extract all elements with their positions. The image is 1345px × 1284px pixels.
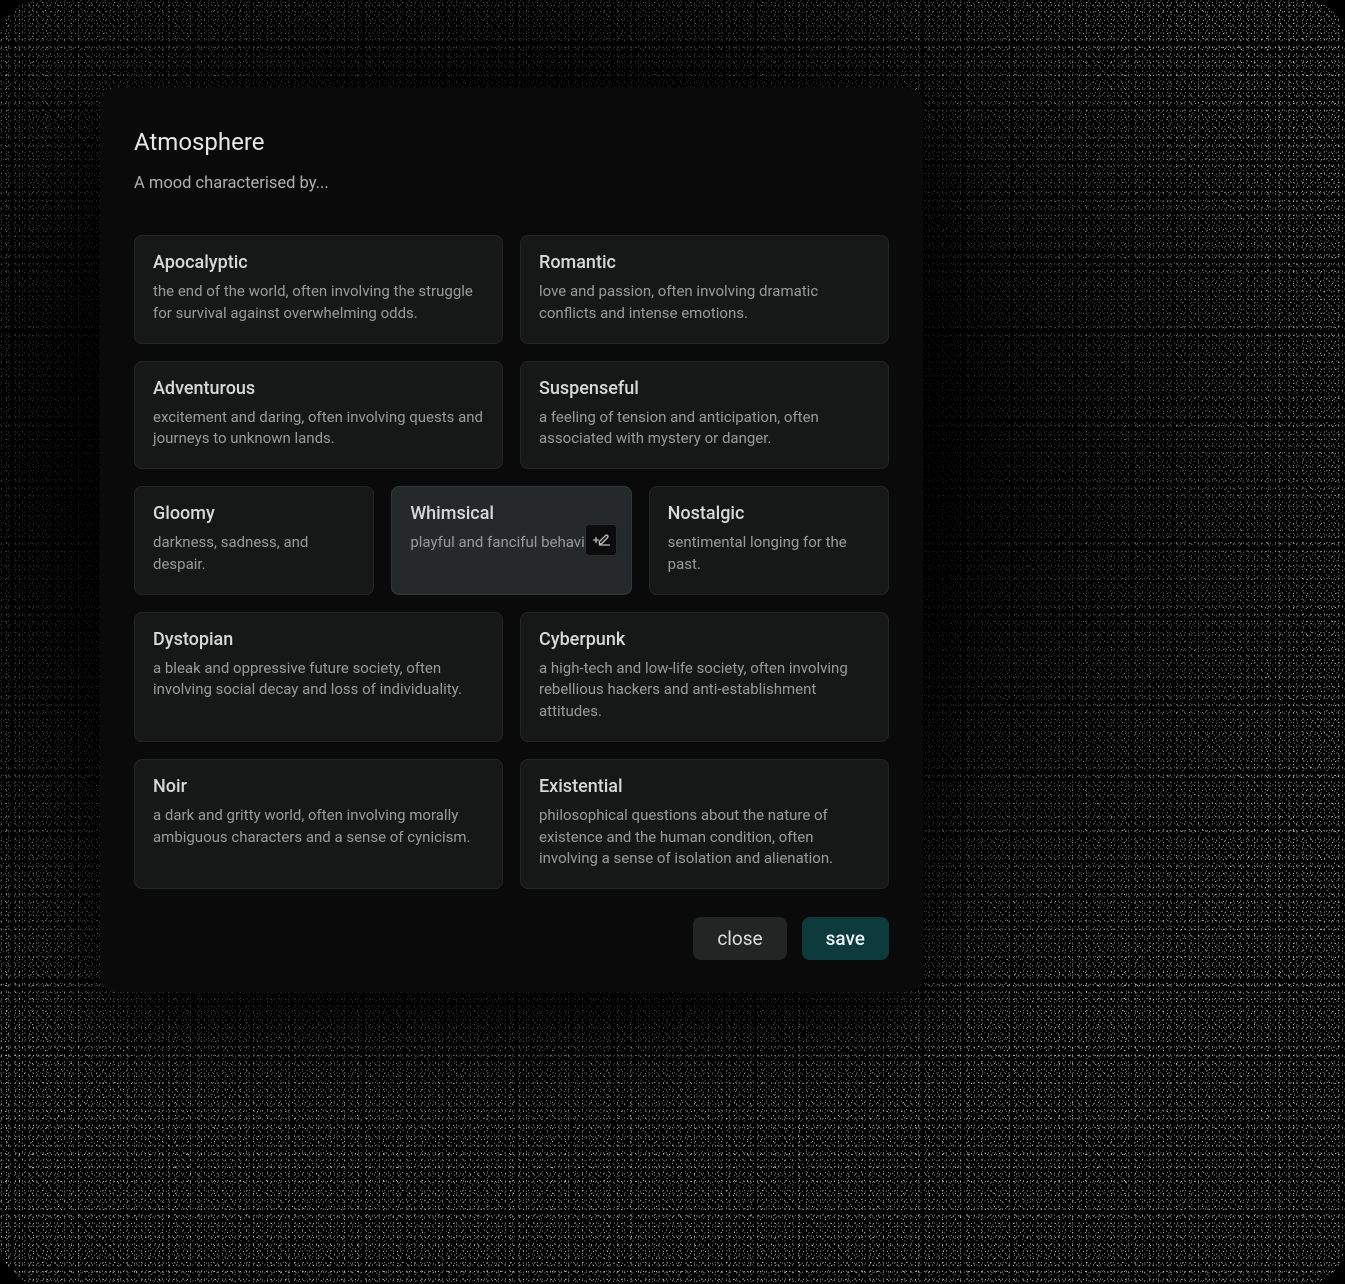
card-title: Dystopian xyxy=(153,629,484,650)
cards-row: Gloomy darkness, sadness, and despair. Whi… xyxy=(134,486,889,595)
card-title: Gloomy xyxy=(153,503,355,524)
card-title: Romantic xyxy=(539,252,870,273)
card-description: darkness, sadness, and despair. xyxy=(153,532,355,576)
card-description: the end of the world, often involving th… xyxy=(153,281,484,325)
card-title: Nostalgic xyxy=(668,503,870,524)
card-description: love and passion, often involving dramat… xyxy=(539,281,870,325)
card-description: a bleak and oppressive future society, o… xyxy=(153,658,484,702)
card-description: playful and fanciful behavior. xyxy=(410,532,612,554)
card-title: Whimsical xyxy=(410,503,612,524)
card-adventurous[interactable]: Adventurous excitement and daring, often … xyxy=(134,361,503,470)
card-description: sentimental longing for the past. xyxy=(668,532,870,576)
card-description: philosophical questions about the nature… xyxy=(539,805,870,870)
modal-title: Atmosphere xyxy=(134,128,889,156)
card-suspenseful[interactable]: Suspenseful a feeling of tension and anti… xyxy=(520,361,889,470)
card-title: Adventurous xyxy=(153,378,484,399)
card-gloomy[interactable]: Gloomy darkness, sadness, and despair. xyxy=(134,486,374,595)
card-title: Suspenseful xyxy=(539,378,870,399)
card-nostalgic[interactable]: Nostalgic sentimental longing for the pas… xyxy=(649,486,889,595)
card-cyberpunk[interactable]: Cyberpunk a high-tech and low-life societ… xyxy=(520,612,889,742)
card-existential[interactable]: Existential philosophical questions about… xyxy=(520,759,889,889)
card-description: excitement and daring, often involving q… xyxy=(153,407,484,451)
cards-row: Noir a dark and gritty world, often invol… xyxy=(134,759,889,889)
card-title: Noir xyxy=(153,776,484,797)
card-description: a feeling of tension and anticipation, o… xyxy=(539,407,870,451)
close-button[interactable]: close xyxy=(693,917,786,960)
card-romantic[interactable]: Romantic love and passion, often involvin… xyxy=(520,235,889,344)
card-whimsical[interactable]: Whimsical playful and fanciful behavior. xyxy=(391,486,631,595)
atmosphere-modal: Atmosphere A mood characterised by... Ap… xyxy=(100,88,923,992)
card-apocalyptic[interactable]: Apocalyptic the end of the world, often i… xyxy=(134,235,503,344)
card-dystopian[interactable]: Dystopian a bleak and oppressive future s… xyxy=(134,612,503,742)
cards-row: Dystopian a bleak and oppressive future s… xyxy=(134,612,889,742)
add-edit-icon[interactable] xyxy=(585,524,617,556)
card-description: a high-tech and low-life society, often … xyxy=(539,658,870,723)
card-title: Apocalyptic xyxy=(153,252,484,273)
card-description: a dark and gritty world, often involving… xyxy=(153,805,484,849)
modal-actions: close save xyxy=(134,917,889,960)
modal-subtitle: A mood characterised by... xyxy=(134,174,889,193)
card-title: Existential xyxy=(539,776,870,797)
save-button[interactable]: save xyxy=(802,917,889,960)
cards-row: Adventurous excitement and daring, often … xyxy=(134,361,889,470)
cards-row: Apocalyptic the end of the world, often i… xyxy=(134,235,889,344)
card-noir[interactable]: Noir a dark and gritty world, often invol… xyxy=(134,759,503,889)
card-title: Cyberpunk xyxy=(539,629,870,650)
cards-grid: Apocalyptic the end of the world, often i… xyxy=(134,235,889,889)
